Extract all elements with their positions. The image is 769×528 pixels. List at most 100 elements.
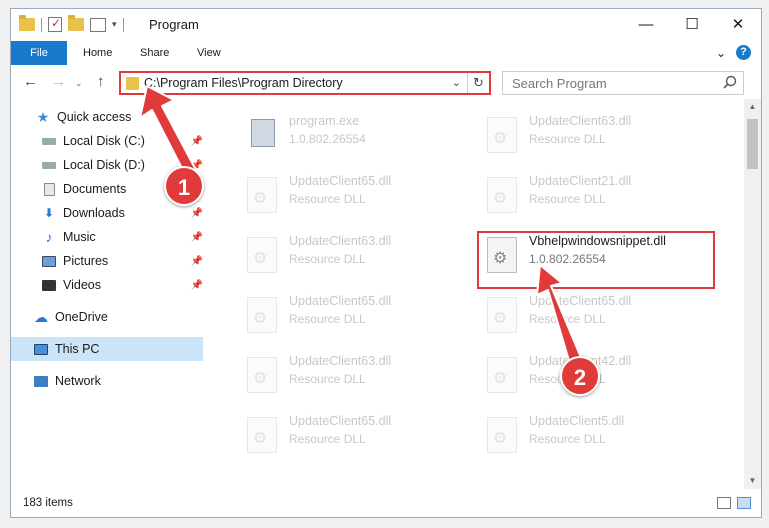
pin-icon[interactable]: 📌 — [191, 208, 203, 219]
pictures-icon — [41, 254, 57, 268]
file-detail: Resource DLL — [289, 372, 366, 386]
customize-toolbar-dropdown-icon[interactable]: ▾ — [112, 19, 117, 30]
file-name: UpdateClient65.dll — [289, 414, 392, 428]
pin-icon[interactable]: 📌 — [191, 280, 203, 291]
sidebar-item-label: This PC — [55, 342, 100, 356]
star-icon: ★ — [36, 108, 50, 125]
file-detail: Resource DLL — [529, 312, 606, 326]
details-view-icon[interactable] — [717, 497, 731, 509]
minimize-button[interactable]: — — [623, 9, 669, 39]
properties-check-icon[interactable] — [48, 16, 62, 32]
help-icon[interactable]: ? — [736, 45, 751, 60]
ribbon-tabs: File Home Share View ⌄ ? — [11, 41, 761, 65]
computer-icon — [33, 342, 49, 356]
sidebar-item-label: Pictures — [63, 254, 109, 268]
scroll-down-icon[interactable]: ▼ — [744, 473, 761, 489]
tab-view[interactable]: View — [183, 41, 235, 65]
file-name: UpdateClient21.dll — [529, 174, 632, 188]
file-item[interactable]: ⚙ UpdateClient65.dll Resource DLL — [217, 411, 449, 463]
file-item[interactable]: ⚙ UpdateClient63.dll Resource DLL — [217, 351, 449, 403]
quick-access-toolbar: ▾ — [19, 15, 124, 32]
drive-icon — [41, 158, 57, 172]
sidebar-item-label: Music — [63, 230, 96, 244]
file-name: UpdateClient5.dll — [529, 414, 625, 428]
file-detail: Resource DLL — [289, 432, 366, 446]
music-icon: ♪ — [45, 229, 53, 245]
title-bar: ▾ Program — ☐ ✕ — [11, 9, 761, 39]
pin-icon[interactable]: 📌 — [191, 232, 203, 243]
toolbar-divider — [122, 17, 124, 32]
sidebar-item-videos[interactable]: Videos 📌 — [11, 273, 203, 297]
sidebar-item-label: OneDrive — [55, 310, 108, 324]
file-item[interactable]: ⚙ UpdateClient63.dll Resource DLL — [457, 111, 689, 163]
toolbar-divider — [41, 17, 42, 32]
navigation-bar: ← → ⌄ ↑ C:\Program Files\Program Directo… — [11, 69, 761, 97]
file-item[interactable]: ⚙ UpdateClient63.dll Resource DLL — [217, 231, 449, 283]
new-folder-icon[interactable] — [68, 15, 84, 31]
sidebar-item-music[interactable]: ♪ Music 📌 — [11, 225, 204, 249]
file-detail: Resource DLL — [529, 432, 606, 446]
file-name: UpdateClient63.dll — [289, 354, 392, 368]
documents-icon — [41, 182, 57, 196]
vertical-scrollbar[interactable]: ▲ ▼ — [744, 99, 761, 489]
sidebar-item-label: Network — [55, 374, 101, 388]
sidebar-item-label: Quick access — [57, 110, 132, 124]
pin-icon[interactable]: 📌 — [191, 256, 203, 267]
file-name: UpdateClient65.dll — [289, 294, 392, 308]
up-button[interactable]: ↑ — [97, 73, 105, 90]
dll-file-icon: ⚙ — [247, 417, 277, 453]
sidebar-item-network[interactable]: Network — [11, 369, 203, 393]
sidebar-item-downloads[interactable]: ⬇ Downloads 📌 — [11, 201, 203, 225]
step-2-badge: 2 — [560, 356, 600, 396]
file-item[interactable]: program.exe 1.0.802.26554 — [217, 111, 449, 163]
back-button[interactable]: ← — [23, 73, 38, 90]
dll-file-icon: ⚙ — [487, 177, 517, 213]
file-item[interactable]: ⚙ UpdateClient5.dll Resource DLL — [457, 411, 689, 463]
sidebar-item-quick-access[interactable]: ★ Quick access — [11, 105, 203, 129]
properties-icon[interactable] — [90, 17, 106, 32]
file-name: UpdateClient63.dll — [289, 234, 392, 248]
file-detail: 1.0.802.26554 — [289, 132, 366, 146]
file-item[interactable]: ⚙ UpdateClient65.dll Resource DLL — [457, 291, 689, 343]
file-item[interactable]: ⚙ UpdateClient65.dll Resource DLL — [217, 291, 449, 343]
search-icon[interactable] — [723, 75, 737, 89]
sidebar-item-pictures[interactable]: Pictures 📌 — [11, 249, 203, 273]
search-input[interactable]: Search Program — [502, 71, 744, 95]
file-item[interactable]: ⚙ UpdateClient65.dll Resource DLL — [217, 171, 449, 223]
search-placeholder: Search Program — [512, 76, 607, 91]
scroll-up-icon[interactable]: ▲ — [744, 99, 761, 115]
address-path[interactable]: C:\Program Files\Program Directory — [144, 76, 343, 90]
tab-share[interactable]: Share — [126, 41, 183, 65]
folder-icon — [126, 77, 139, 90]
address-dropdown-icon[interactable]: ⌄ — [452, 76, 461, 89]
cloud-icon: ☁ — [34, 308, 48, 325]
file-name: UpdateClient65.dll — [289, 174, 392, 188]
expand-ribbon-icon[interactable]: ⌄ — [716, 46, 726, 60]
tab-home[interactable]: Home — [69, 41, 126, 65]
file-name: UpdateClient63.dll — [529, 114, 632, 128]
dll-file-icon: ⚙ — [487, 357, 517, 393]
pin-icon[interactable]: 📌 — [191, 136, 203, 147]
download-icon: ⬇ — [43, 206, 55, 220]
window-title: Program — [149, 17, 199, 32]
tab-file[interactable]: File — [11, 41, 67, 65]
sidebar-item-label: Videos — [63, 278, 101, 292]
sidebar-item-this-pc[interactable]: This PC — [11, 337, 203, 361]
close-button[interactable]: ✕ — [715, 9, 761, 39]
refresh-button[interactable]: ↻ — [467, 73, 489, 93]
sidebar-item-label: Documents — [63, 182, 127, 196]
maximize-button[interactable]: ☐ — [669, 9, 715, 39]
large-icons-view-icon[interactable] — [737, 497, 751, 509]
item-count: 183 items — [23, 497, 73, 509]
recent-locations-dropdown[interactable]: ⌄ — [75, 78, 83, 89]
explorer-window: ▾ Program — ☐ ✕ File Home Share View ⌄ ?… — [10, 8, 762, 518]
sidebar-item-local-disk-c[interactable]: Local Disk (C:) 📌 — [11, 129, 203, 153]
dll-file-icon: ⚙ — [247, 177, 277, 213]
file-detail: Resource DLL — [289, 192, 366, 206]
file-detail: Resource DLL — [289, 252, 366, 266]
sidebar-item-onedrive[interactable]: ☁ OneDrive — [11, 305, 203, 329]
address-bar[interactable]: C:\Program Files\Program Directory ⌄ ↻ — [119, 71, 491, 95]
forward-button[interactable]: → — [51, 73, 66, 90]
scrollbar-thumb[interactable] — [747, 119, 758, 169]
file-item[interactable]: ⚙ UpdateClient21.dll Resource DLL — [457, 171, 689, 223]
